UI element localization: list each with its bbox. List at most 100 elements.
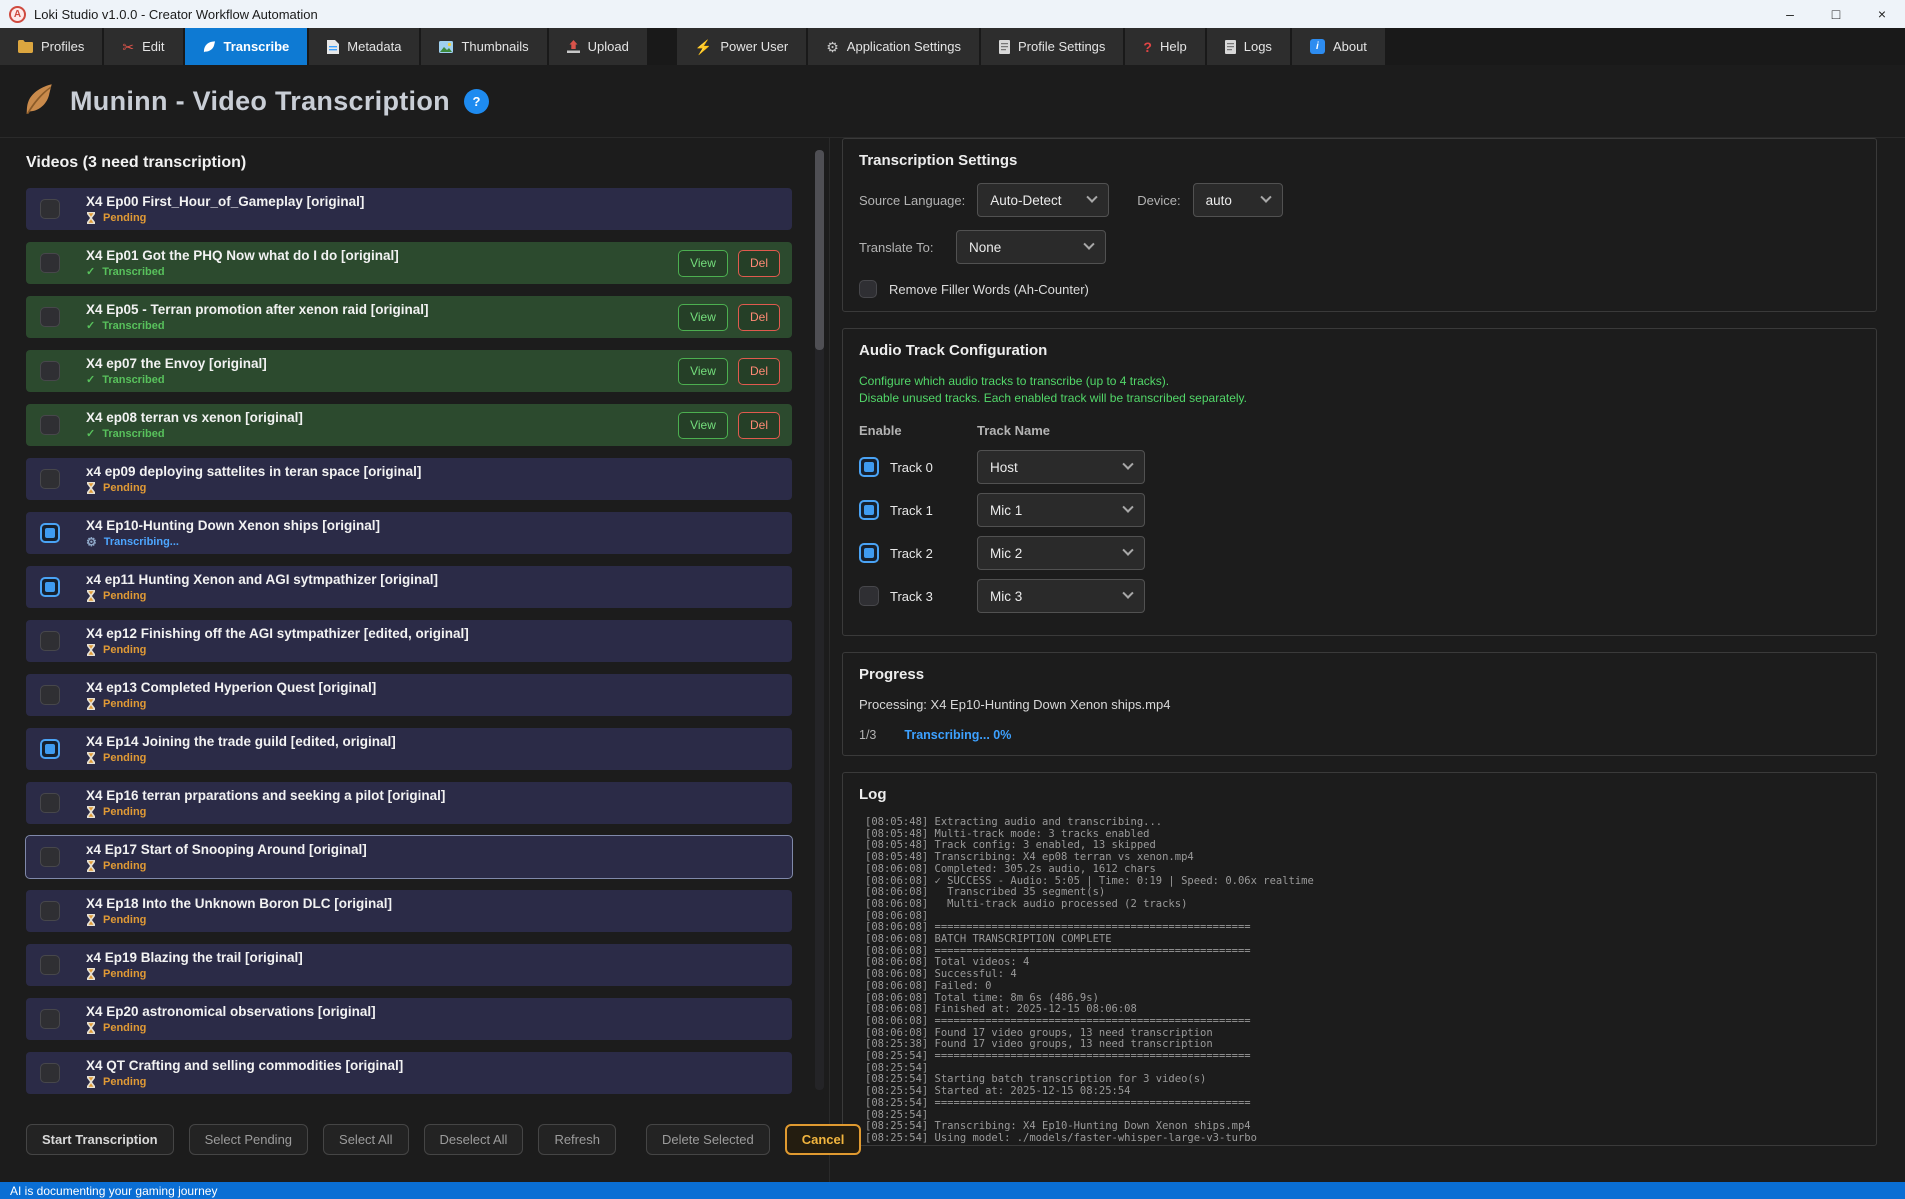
track-name-select[interactable]: Mic 3 bbox=[977, 579, 1145, 613]
track-enable-checkbox[interactable] bbox=[859, 500, 879, 520]
video-list-item[interactable]: x4 Ep17 Start of Snooping Around [origin… bbox=[26, 836, 792, 878]
video-checkbox[interactable] bbox=[40, 1009, 60, 1029]
video-list-item[interactable]: X4 Ep10-Hunting Down Xenon ships [origin… bbox=[26, 512, 792, 554]
tab-application-settings[interactable]: ⚙ Application Settings bbox=[808, 28, 979, 65]
video-checkbox[interactable] bbox=[40, 793, 60, 813]
main-content: Videos (3 need transcription) X4 Ep00 Fi… bbox=[0, 137, 1905, 1182]
source-language-select[interactable]: Auto-Detect bbox=[977, 183, 1109, 217]
tab-thumbnails[interactable]: Thumbnails bbox=[421, 28, 546, 65]
start-transcription-button[interactable]: Start Transcription bbox=[26, 1124, 174, 1155]
video-checkbox[interactable] bbox=[40, 361, 60, 381]
view-button[interactable]: View bbox=[678, 412, 728, 439]
tab-upload[interactable]: Upload bbox=[549, 28, 647, 65]
video-list-item[interactable]: X4 Ep18 Into the Unknown Boron DLC [orig… bbox=[26, 890, 792, 932]
video-status: Pending bbox=[86, 1022, 376, 1034]
maximize-icon[interactable]: □ bbox=[1813, 0, 1859, 28]
video-checkbox[interactable] bbox=[40, 469, 60, 489]
check-icon: ✓ bbox=[86, 321, 95, 332]
upload-icon bbox=[567, 40, 580, 53]
video-title: X4 Ep16 terran prparations and seeking a… bbox=[86, 788, 445, 803]
deselect-all-button[interactable]: Deselect All bbox=[424, 1124, 524, 1155]
video-checkbox[interactable] bbox=[40, 847, 60, 867]
video-list-item[interactable]: X4 QT Crafting and selling commodities [… bbox=[26, 1052, 792, 1094]
tab-about[interactable]: i About bbox=[1292, 28, 1385, 65]
video-checkbox[interactable] bbox=[40, 955, 60, 975]
video-status: Pending bbox=[86, 698, 376, 710]
refresh-button[interactable]: Refresh bbox=[538, 1124, 616, 1155]
video-checkbox[interactable] bbox=[40, 901, 60, 921]
tab-edit[interactable]: ✂ Edit bbox=[104, 28, 182, 65]
help-button[interactable]: ? bbox=[464, 89, 489, 114]
track-name-select[interactable]: Host bbox=[977, 450, 1145, 484]
tab-profile-settings[interactable]: Profile Settings bbox=[981, 28, 1123, 65]
video-checkbox[interactable] bbox=[40, 523, 60, 543]
video-title: X4 QT Crafting and selling commodities [… bbox=[86, 1058, 403, 1073]
video-status: Pending bbox=[86, 482, 421, 494]
track-name-select[interactable]: Mic 2 bbox=[977, 536, 1145, 570]
select-pending-button[interactable]: Select Pending bbox=[189, 1124, 308, 1155]
video-checkbox[interactable] bbox=[40, 739, 60, 759]
document-icon bbox=[327, 40, 339, 54]
device-label: Device: bbox=[1137, 193, 1180, 208]
delete-button[interactable]: Del bbox=[738, 304, 780, 331]
delete-button[interactable]: Del bbox=[738, 412, 780, 439]
video-list-item[interactable]: X4 Ep00 First_Hour_of_Gameplay [original… bbox=[26, 188, 792, 230]
video-list-item[interactable]: x4 Ep19 Blazing the trail [original] Pen… bbox=[26, 944, 792, 986]
scrollbar-thumb[interactable] bbox=[815, 150, 824, 350]
video-list-item[interactable]: X4 Ep05 - Terran promotion after xenon r… bbox=[26, 296, 792, 338]
tab-transcribe[interactable]: Transcribe bbox=[185, 28, 308, 65]
video-list-item[interactable]: X4 ep13 Completed Hyperion Quest [origin… bbox=[26, 674, 792, 716]
cancel-button[interactable]: Cancel bbox=[785, 1124, 862, 1155]
hourglass-icon bbox=[86, 698, 96, 710]
device-select[interactable]: auto bbox=[1193, 183, 1283, 217]
view-button[interactable]: View bbox=[678, 250, 728, 277]
tab-logs[interactable]: Logs bbox=[1207, 28, 1290, 65]
progress-section: Progress Processing: X4 Ep10-Hunting Dow… bbox=[842, 652, 1877, 756]
video-checkbox[interactable] bbox=[40, 1063, 60, 1083]
delete-button[interactable]: Del bbox=[738, 358, 780, 385]
tab-metadata[interactable]: Metadata bbox=[309, 28, 419, 65]
video-list-item[interactable]: x4 ep11 Hunting Xenon and AGI sytmpathiz… bbox=[26, 566, 792, 608]
video-checkbox[interactable] bbox=[40, 307, 60, 327]
remove-filler-label: Remove Filler Words (Ah-Counter) bbox=[889, 282, 1089, 297]
video-list-item[interactable]: X4 Ep16 terran prparations and seeking a… bbox=[26, 782, 792, 824]
status-bar-text: AI is documenting your gaming journey bbox=[10, 1184, 217, 1198]
tab-power-user[interactable]: ⚡ Power User bbox=[677, 28, 806, 65]
video-checkbox[interactable] bbox=[40, 199, 60, 219]
view-button[interactable]: View bbox=[678, 358, 728, 385]
track-name-select[interactable]: Mic 1 bbox=[977, 493, 1145, 527]
video-checkbox[interactable] bbox=[40, 415, 60, 435]
video-list-item[interactable]: X4 Ep20 astronomical observations [origi… bbox=[26, 998, 792, 1040]
delete-button[interactable]: Del bbox=[738, 250, 780, 277]
track-enable-checkbox[interactable] bbox=[859, 457, 879, 477]
hourglass-icon bbox=[86, 1076, 96, 1088]
window-controls: – □ × bbox=[1767, 0, 1905, 28]
video-list-item[interactable]: X4 ep07 the Envoy [original] ✓ Transcrib… bbox=[26, 350, 792, 392]
tab-profiles[interactable]: Profiles bbox=[0, 28, 102, 65]
track-enable-checkbox[interactable] bbox=[859, 586, 879, 606]
video-checkbox[interactable] bbox=[40, 577, 60, 597]
video-checkbox[interactable] bbox=[40, 685, 60, 705]
track-enable-checkbox[interactable] bbox=[859, 543, 879, 563]
video-checkbox[interactable] bbox=[40, 631, 60, 651]
view-button[interactable]: View bbox=[678, 304, 728, 331]
translate-select[interactable]: None bbox=[956, 230, 1106, 264]
close-icon[interactable]: × bbox=[1859, 0, 1905, 28]
minimize-icon[interactable]: – bbox=[1767, 0, 1813, 28]
folder-icon bbox=[18, 40, 33, 53]
video-list-item[interactable]: x4 ep09 deploying sattelites in teran sp… bbox=[26, 458, 792, 500]
video-checkbox[interactable] bbox=[40, 253, 60, 273]
video-list-item[interactable]: X4 ep08 terran vs xenon [original] ✓ Tra… bbox=[26, 404, 792, 446]
hourglass-icon bbox=[86, 752, 96, 764]
section-title: Transcription Settings bbox=[859, 152, 1860, 169]
video-list-item[interactable]: X4 ep12 Finishing off the AGI sytmpathiz… bbox=[26, 620, 792, 662]
delete-selected-button[interactable]: Delete Selected bbox=[646, 1124, 770, 1155]
video-title: X4 ep08 terran vs xenon [original] bbox=[86, 410, 303, 425]
video-list-item[interactable]: X4 Ep01 Got the PHQ Now what do I do [or… bbox=[26, 242, 792, 284]
video-list-item[interactable]: X4 Ep14 Joining the trade guild [edited,… bbox=[26, 728, 792, 770]
tab-help[interactable]: ? Help bbox=[1125, 28, 1204, 65]
remove-filler-checkbox[interactable] bbox=[859, 280, 877, 298]
video-list-scrollbar[interactable] bbox=[815, 150, 824, 1090]
log-output[interactable]: [08:05:48] Extracting audio and transcri… bbox=[859, 817, 1860, 1146]
select-all-button[interactable]: Select All bbox=[323, 1124, 408, 1155]
